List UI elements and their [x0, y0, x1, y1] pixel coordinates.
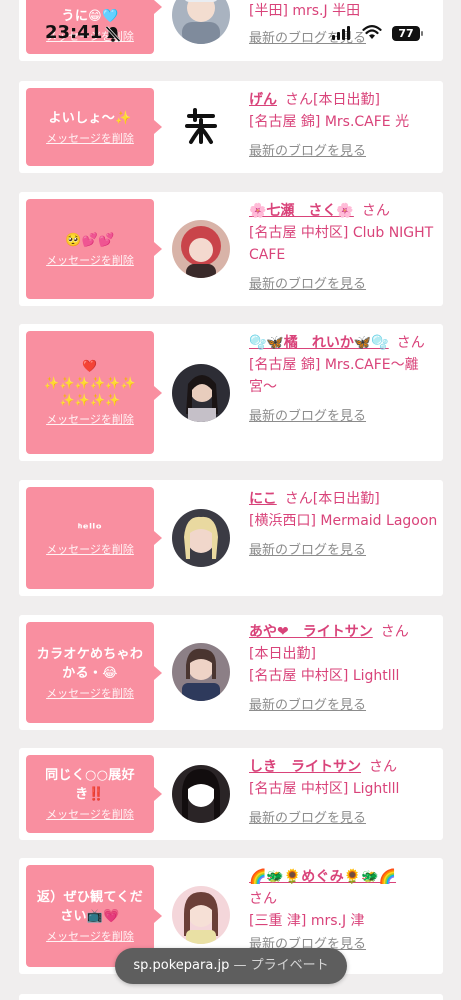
message-text: 🥺💕💕	[65, 232, 115, 248]
shop-label: [名古屋 中村区] Club NIGHT CAFE	[249, 225, 434, 263]
message-card	[19, 994, 443, 1000]
shop-label: [横浜西口] Mermaid Lagoon	[249, 513, 438, 529]
honorific: さん	[249, 891, 277, 907]
shop-label: [名古屋 中村区] Lightlll	[249, 781, 400, 797]
signal-icon	[332, 26, 350, 40]
delete-message-link[interactable]: メッセージを削除	[46, 930, 134, 944]
wifi-icon	[362, 24, 382, 44]
avatar[interactable]	[172, 765, 230, 823]
cast-name-link[interactable]: 🌈🐲🌻めぐみ🌻🐲🌈	[249, 869, 396, 885]
avatar[interactable]	[172, 509, 230, 567]
status-bar: 23:41 77	[0, 18, 461, 50]
avatar[interactable]	[172, 220, 230, 278]
message-text: ᑋᵉᑊᑊᵒ	[77, 521, 103, 537]
avatar[interactable]	[172, 364, 230, 422]
latest-blog-link[interactable]: 最新のブログを見る	[249, 406, 366, 428]
latest-blog-link[interactable]: 最新のブログを見る	[249, 274, 366, 296]
avatar[interactable]	[172, 643, 230, 701]
latest-blog-link[interactable]: 最新のブログを見る	[249, 808, 366, 830]
shop-label: [三重 津] mrs.J 津	[249, 913, 365, 929]
cast-name-link[interactable]: しき ライトサン	[249, 759, 361, 775]
message-text: よいしょ〜✨	[48, 110, 132, 126]
bell-slash-icon	[104, 25, 122, 47]
avatar[interactable]	[172, 886, 230, 944]
message-text: ❤️ ✨✨✨✨✨✨ ✨✨✨✨	[44, 359, 136, 407]
url-domain: sp.pokepara.jp	[133, 958, 230, 973]
url-separator: —	[229, 958, 251, 973]
private-mode-label: プライベート	[250, 958, 329, 973]
delete-message-link[interactable]: メッセージを削除	[46, 132, 134, 146]
message-text: 返）ぜひ観てください📺💗	[36, 890, 143, 924]
latest-blog-link[interactable]: 最新のブログを見る	[249, 141, 366, 163]
message-bubble: カラオケめちゃわかる・😂 メッセージを削除	[26, 622, 162, 723]
message-bubble: 🥺💕💕 メッセージを削除	[26, 199, 162, 299]
attendance-badge: [本日出勤]	[312, 491, 380, 507]
shop-label: [名古屋 錦] Mrs.CAFE 光	[249, 114, 410, 130]
attendance-badge: [本日出勤]	[249, 646, 316, 662]
honorific: さん	[361, 203, 390, 219]
shop-label: [名古屋 錦] Mrs.CAFE〜離宮〜	[249, 357, 419, 395]
cast-name-link[interactable]: にこ	[249, 491, 277, 507]
latest-blog-link[interactable]: 最新のブログを見る	[249, 540, 366, 562]
shop-label: [名古屋 中村区] Lightlll	[249, 668, 400, 684]
honorific: さん	[284, 491, 313, 507]
message-bubble: ❤️ ✨✨✨✨✨✨ ✨✨✨✨ メッセージを削除	[26, 331, 162, 454]
honorific: さん	[285, 92, 313, 108]
attendance-badge: [本日出勤]	[313, 92, 380, 108]
battery-icon: 77	[392, 26, 423, 41]
delete-message-link[interactable]: メッセージを削除	[46, 687, 134, 701]
honorific: さん	[369, 759, 397, 775]
cast-name-link[interactable]: 🌸七瀬 さく🌸	[249, 203, 354, 219]
url-bar[interactable]: sp.pokepara.jp — プライベート	[115, 948, 347, 984]
message-bubble: 同じく○○展好き‼️ メッセージを削除	[26, 755, 162, 833]
message-text: カラオケめちゃわかる・😂	[36, 646, 144, 681]
message-card: よいしょ〜✨ メッセージを削除 げん さん[本日出勤] [名古屋 錦] Mrs.C…	[19, 81, 443, 173]
delete-message-link[interactable]: メッセージを削除	[46, 413, 134, 427]
delete-message-link[interactable]: メッセージを削除	[46, 254, 134, 268]
message-card: ❤️ ✨✨✨✨✨✨ ✨✨✨✨ メッセージを削除 🫧🦋橘 れいか🦋🫧 さん [名古屋…	[19, 324, 443, 461]
latest-blog-link[interactable]: 最新のブログを見る	[249, 695, 366, 717]
delete-message-link[interactable]: メッセージを削除	[46, 808, 134, 822]
message-card: 同じく○○展好き‼️ メッセージを削除 しき ライトサン さん [名古屋 中村区]…	[19, 748, 443, 840]
delete-message-link[interactable]: メッセージを削除	[46, 543, 134, 557]
message-card: 🥺💕💕 メッセージを削除 🌸七瀬 さく🌸 さん [名古屋 中村区] Club NI…	[19, 192, 443, 306]
cast-name-link[interactable]: あや❤︎ ライトサン	[249, 624, 373, 640]
avatar[interactable]	[172, 97, 230, 155]
clock: 23:41	[45, 22, 103, 43]
honorific: さん	[396, 335, 425, 351]
message-card: カラオケめちゃわかる・😂 メッセージを削除 あや❤︎ ライトサン さん [本日出勤…	[19, 615, 443, 730]
cast-name-link[interactable]: げん	[249, 92, 277, 108]
cast-name-link[interactable]: 🫧🦋橘 れいか🦋🫧	[249, 335, 389, 351]
message-card: ᑋᵉᑊᑊᵒ メッセージを削除 にこ さん[本日出勤] [横浜西口] Mermaid…	[19, 480, 443, 596]
message-text: 同じく○○展好き‼️	[45, 768, 135, 802]
message-bubble: よいしょ〜✨ メッセージを削除	[26, 88, 162, 166]
message-bubble: ᑋᵉᑊᑊᵒ メッセージを削除	[26, 487, 162, 589]
honorific: さん	[380, 624, 409, 640]
